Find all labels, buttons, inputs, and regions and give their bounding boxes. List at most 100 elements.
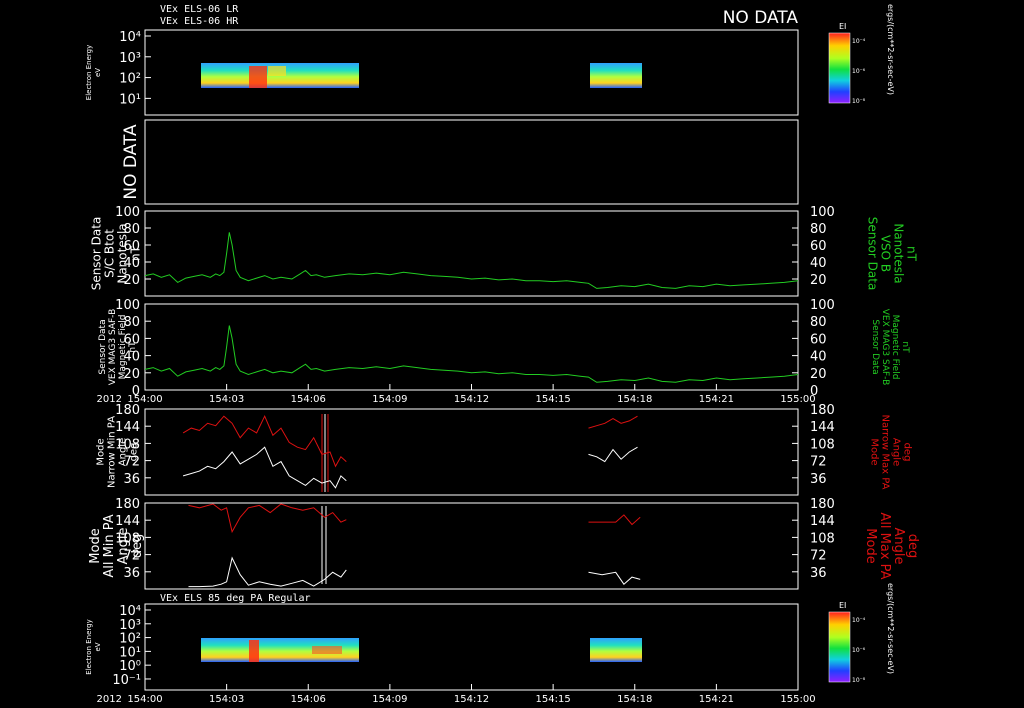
y-tick-label-right: 108 (810, 531, 835, 546)
y-tick-label-left: 36 (123, 472, 140, 487)
axis-label-right: Mode (869, 438, 880, 465)
spectrogram-burst (249, 66, 267, 88)
axis-label-left: Nanotesla (116, 223, 130, 283)
y-tick-label-left: 10¹ (119, 92, 141, 107)
colorbar-tick: 10⁻⁶ (852, 68, 866, 75)
y-tick-label-right: 108 (810, 437, 835, 452)
y-tick-label-left: 10² (119, 632, 141, 647)
colorbar-bottom: EI 10⁻⁴ 10⁻⁶ 10⁻⁸ ergs/(cm**2-sr-sec-eV) (828, 583, 895, 684)
panel-frame-4 (144, 303, 799, 391)
spectrogram-block (590, 63, 642, 88)
year-label: 2012 (97, 694, 122, 705)
axis-label-left: Mode (88, 528, 103, 563)
y-tick-label-left: 10⁻¹ (112, 673, 141, 688)
series-line (588, 514, 641, 526)
axis-label-left: Angle (118, 438, 129, 466)
axis-label-left: Electron Energy (85, 45, 93, 100)
y-tick-label-right: 80 (810, 315, 827, 330)
axis-label-right: Angle (891, 438, 902, 466)
x-tick-label: 155:00 (780, 694, 815, 705)
axis-label-right: Angle (891, 528, 906, 565)
x-tick-label: 154:06 (291, 394, 326, 405)
x-tick-label: 154:21 (699, 394, 734, 405)
year-label: 2012 (97, 394, 122, 405)
y-tick-label-left: 10⁴ (119, 604, 141, 619)
axis-label-left: All Min PA (102, 514, 117, 577)
x-tick-label: 154:12 (454, 394, 489, 405)
x-tick-label: 154:15 (536, 694, 571, 705)
axis-label-right: Mode (863, 528, 878, 563)
x-tick-label: 155:00 (780, 394, 815, 405)
axis-label-left: nT (129, 245, 143, 261)
axis-label-left: Electron Energy (85, 619, 93, 674)
y-tick-label-right: 36 (810, 566, 827, 581)
y-tick-label-right: 72 (810, 455, 827, 470)
x-tick-label: 154:00 (127, 694, 162, 705)
spectrogram-85deg (201, 638, 642, 662)
axis-label-right: VSO B (879, 235, 893, 272)
axis-label-left: eV (94, 642, 102, 651)
panel-7-title: VEx ELS 85 deg PA Regular (160, 593, 311, 604)
y-tick-label-left: 144 (115, 420, 140, 435)
panel-frame-3 (144, 210, 799, 297)
y-tick-label-left: 10⁴ (119, 30, 141, 45)
x-tick-label: 154:21 (699, 694, 734, 705)
y-tick-label-right: 72 (810, 549, 827, 564)
axis-label-right: nT (905, 246, 919, 262)
y-tick-label-right: 20 (810, 367, 827, 382)
axis-label-right: Magnetic Field (890, 315, 900, 380)
panel-frame-6 (144, 502, 799, 590)
panel-2-no-data: NO DATA (121, 124, 141, 200)
series-line (144, 325, 799, 383)
colorbar-unit: ergs/(cm**2-sr-sec-eV) (886, 583, 895, 674)
panel-frame-5 (144, 408, 799, 496)
title-hr: VEx ELS-06 HR (160, 16, 239, 27)
colorbar-top: EI 10⁻⁴ 10⁻⁶ 10⁻⁸ ergs/(cm**2-sr-sec-eV) (828, 4, 895, 105)
spectrogram-burst (249, 640, 259, 662)
axis-label-left: deg (130, 534, 145, 559)
axis-label-right: Sensor Data (870, 319, 880, 374)
axis-label-right: Nanotesla (892, 223, 906, 283)
axis-label-right: VEX MAG3 SAF-B (880, 309, 890, 386)
y-tick-label-right: 36 (810, 472, 827, 487)
no-data-header: NO DATA (723, 8, 799, 28)
y-tick-label-right: 20 (810, 273, 827, 288)
spectrogram-lr-hr (201, 63, 642, 88)
y-tick-label-left: 100 (115, 298, 140, 313)
x-tick-label: 154:03 (209, 694, 244, 705)
colorbar-gradient (828, 32, 851, 104)
colorbar-tick: 10⁻⁸ (852, 677, 866, 684)
x-tick-label: 154:09 (372, 694, 407, 705)
y-tick-label-right: 60 (810, 239, 827, 254)
axis-label-right: All Max PA (877, 512, 892, 579)
series-line (588, 571, 641, 585)
y-tick-label-right: 60 (810, 332, 827, 347)
axis-label-left: Narrow Min PA (107, 416, 118, 488)
axis-label-left: Sensor Data (98, 319, 108, 374)
y-tick-label-left: 10⁰ (119, 659, 141, 674)
axis-label-left: nT (128, 341, 138, 353)
axis-label-left: Sensor Data (90, 217, 104, 291)
y-tick-label-right: 144 (810, 514, 835, 529)
colorbar-unit: ergs/(cm**2-sr-sec-eV) (886, 4, 895, 95)
colorbar-label: EI (839, 22, 846, 31)
panel-frame-2 (144, 119, 799, 205)
series-line (188, 556, 347, 588)
axis-label-left: S/C Btot (103, 229, 117, 278)
spectrogram-burst (268, 66, 286, 76)
y-tick-label-left: 180 (115, 403, 140, 418)
title-lr: VEx ELS-06 LR (160, 4, 239, 15)
axis-label-right: Narrow Max PA (880, 415, 891, 490)
series-line (144, 232, 799, 289)
y-tick-label-right: 80 (810, 222, 827, 237)
axis-label-left: eV (94, 68, 102, 77)
x-tick-label: 154:06 (291, 694, 326, 705)
axis-label-left: Magnetic Field (118, 315, 128, 380)
y-tick-label-right: 100 (810, 298, 835, 313)
colorbar-tick: 10⁻⁴ (852, 38, 866, 45)
axis-label-left: Angle (116, 528, 131, 565)
colorbar-label: EI (839, 601, 846, 610)
series-line (588, 415, 638, 429)
spectrogram-burst (312, 646, 342, 654)
colorbar-tick: 10⁻⁶ (852, 647, 866, 654)
